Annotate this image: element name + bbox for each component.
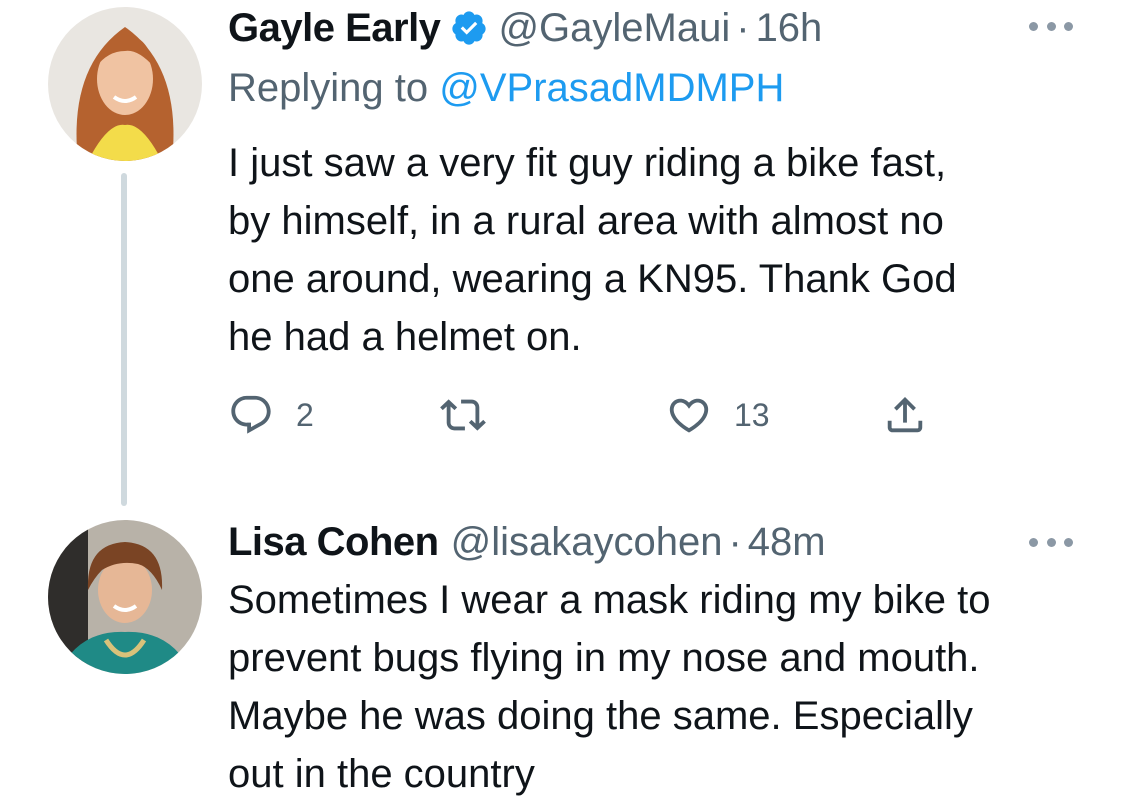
tweet-text: I just saw a very fit guy riding a bike … bbox=[228, 134, 1088, 366]
tweet-text-line: I just saw a very fit guy riding a bike … bbox=[228, 141, 947, 185]
reply-button[interactable]: 2 bbox=[228, 390, 314, 440]
retweet-icon bbox=[440, 399, 486, 431]
retweet-button[interactable] bbox=[440, 390, 486, 440]
tweet-header: Gayle Early @GayleMaui · 16h bbox=[228, 4, 1055, 52]
tweet-text-line: Sometimes I wear a mask riding my bike t… bbox=[228, 578, 991, 622]
author-handle[interactable]: @GayleMaui bbox=[498, 4, 730, 52]
replying-to-label: Replying to bbox=[228, 66, 440, 110]
more-options-icon[interactable] bbox=[1029, 16, 1073, 36]
separator-dot: · bbox=[736, 6, 750, 50]
author-handle[interactable]: @lisakaycohen bbox=[451, 518, 723, 566]
avatar-image-gayle bbox=[48, 7, 202, 161]
thread-connector-line bbox=[121, 173, 127, 506]
tweet-text: Sometimes I wear a mask riding my bike t… bbox=[228, 571, 1088, 803]
timestamp[interactable]: 16h bbox=[756, 4, 823, 52]
like-button[interactable]: 13 bbox=[666, 390, 770, 440]
timestamp[interactable]: 48m bbox=[748, 518, 826, 566]
replying-to-mention[interactable]: @VPrasadMDMPH bbox=[439, 66, 784, 110]
separator-dot: · bbox=[728, 520, 742, 564]
tweet-text-line: one around, wearing a KN95. Thank God bbox=[228, 257, 957, 301]
avatar-image-lisa bbox=[48, 520, 202, 674]
tweet-text-line: out in the country bbox=[228, 752, 535, 796]
tweet-actions-bar: 2 13 bbox=[228, 390, 948, 440]
avatar[interactable] bbox=[48, 520, 202, 674]
avatar[interactable] bbox=[48, 7, 202, 161]
share-button[interactable] bbox=[882, 390, 928, 440]
author-name[interactable]: Lisa Cohen bbox=[228, 518, 439, 566]
tweet-text-line: by himself, in a rural area with almost … bbox=[228, 199, 944, 243]
tweet-header: Lisa Cohen @lisakaycohen · 48m bbox=[228, 518, 1055, 566]
like-count: 13 bbox=[734, 396, 770, 433]
tweet-text-line: he had a helmet on. bbox=[228, 315, 582, 359]
tweet-gayle-early[interactable]: Gayle Early @GayleMaui · 16h Replying to… bbox=[0, 0, 1125, 520]
tweet-text-line: prevent bugs flying in my nose and mouth… bbox=[228, 636, 980, 680]
share-icon bbox=[887, 396, 923, 433]
more-options-icon[interactable] bbox=[1029, 532, 1073, 552]
reply-icon bbox=[231, 395, 271, 434]
replying-to-line: Replying to @VPrasadMDMPH bbox=[228, 62, 784, 114]
tweet-text-line: Maybe he was doing the same. Especially bbox=[228, 694, 973, 738]
heart-icon bbox=[669, 398, 709, 433]
author-name[interactable]: Gayle Early bbox=[228, 4, 441, 52]
reply-count: 2 bbox=[296, 396, 314, 433]
tweet-lisa-cohen[interactable]: Lisa Cohen @lisakaycohen · 48m Sometimes… bbox=[0, 520, 1125, 811]
verified-badge-icon bbox=[450, 9, 488, 47]
